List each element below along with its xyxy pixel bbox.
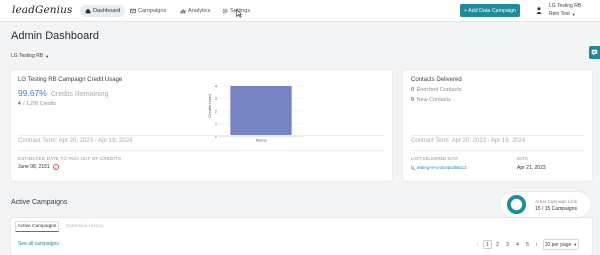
active-campaign-limit-label: Active Campaign Limit: [535, 199, 577, 204]
bar-chart-icon: [180, 9, 186, 14]
per-page-value: 10 per page: [544, 241, 572, 248]
see-all-campaigns-link[interactable]: See all campaigns: [18, 241, 59, 247]
divider: [18, 135, 385, 136]
new-contacts-stat: 9 New Contacts: [411, 97, 451, 103]
credits-total: / 1,200 Credits: [23, 101, 56, 107]
user-org-label: Rein Test: [549, 11, 570, 17]
estimated-run-out-value: June 08, 2151: [18, 164, 50, 170]
active-campaign-limit-value: 15 / 15 Campaigns: [535, 206, 577, 212]
chart-y-tick-label: 1: [215, 122, 217, 126]
mouse-cursor-icon: [236, 9, 242, 18]
chart-x-tick-label: Teams: [255, 139, 266, 143]
warning-info-icon[interactable]: i: [52, 164, 59, 170]
credits-remaining-percent: 99.67%: [18, 88, 47, 98]
nav-analytics[interactable]: Analytics: [180, 5, 210, 17]
enriched-contacts-count: 0: [411, 87, 415, 93]
credits-used-bar-chart: 01234 Teams Credits Used: [207, 84, 303, 143]
last-delivered-date-value: Apr 21, 2023: [517, 165, 546, 171]
last-delivered-date-label: DATE: [517, 156, 528, 161]
credit-usage-card: [11, 70, 392, 181]
enriched-contacts-label: Enriched Contacts: [416, 87, 462, 93]
last-delivered-label: LAST DELIVERED DATA: [411, 156, 459, 161]
pagination-page-2[interactable]: 2: [493, 240, 502, 249]
nav-dashboard[interactable]: Dashboard: [80, 5, 126, 17]
side-panel-tab[interactable]: [589, 46, 600, 59]
chart-y-tick-label: 3: [215, 97, 217, 101]
divider: [411, 150, 584, 151]
credit-contract-term: Contract Term: Apr 20, 2023 - Apr 19, 20…: [18, 138, 133, 144]
chart-y-axis-label: Credits Used: [207, 94, 212, 117]
tab-extension-history[interactable]: Extension History: [63, 221, 107, 232]
add-data-campaign-button[interactable]: + Add Data Campaign: [460, 4, 520, 17]
divider: [18, 150, 385, 151]
nav-analytics-label: Analytics: [188, 8, 211, 14]
user-org-dropdown[interactable]: Rein Test ▼: [549, 11, 576, 17]
pagination-page-3[interactable]: 3: [503, 240, 512, 249]
per-page-select[interactable]: 10 per page ▼: [543, 239, 579, 250]
user-icon[interactable]: [536, 7, 542, 14]
last-delivered-link[interactable]: lg_testing+9+crotonpod56213: [411, 165, 466, 170]
credit-card-title: LG Testing RB Campaign Credit Usage: [18, 77, 123, 83]
estimated-run-out-date: June 08, 2151 i: [18, 164, 59, 170]
pagination-page-4[interactable]: 4: [513, 240, 522, 249]
enriched-contacts-stat: 0 Enriched Contacts: [411, 87, 462, 93]
active-campaigns-title: Active Campaigns: [11, 199, 68, 206]
estimated-run-out-label: ESTIMATED DATE TO RUN OUT OF CREDITS: [18, 156, 122, 161]
chat-icon: [591, 49, 598, 56]
contacts-card-title: Contacts Delivered: [411, 77, 462, 83]
chart-y-tick-label: 2: [215, 109, 217, 113]
campaign-select[interactable]: LG Testing RB ▼: [11, 51, 51, 61]
user-name[interactable]: LG Testing RB: [549, 3, 581, 9]
nav-dashboard-label: Dashboard: [93, 8, 121, 14]
credits-remaining: 99.67% Credits Remaining: [18, 88, 108, 98]
chevron-down-icon: ▼: [45, 53, 50, 59]
nav-campaigns-label: Campaigns: [138, 8, 167, 14]
campaign-limit-donut: [506, 194, 527, 215]
pagination-prev-button[interactable]: ‹: [473, 240, 482, 249]
tab-active-campaigns[interactable]: Active Campaigns: [15, 221, 59, 232]
chevron-down-icon: ▼: [573, 242, 578, 247]
credits-used-count: 4: [18, 101, 21, 107]
contacts-contract-term: Contract Term: Apr 20, 2023 - Apr 19, 20…: [411, 138, 526, 144]
credits-remaining-label: Credits Remaining: [50, 91, 109, 98]
campaign-select-value: LG Testing RB: [11, 53, 44, 59]
pagination-page-5[interactable]: 5: [523, 240, 532, 249]
leadgenius-logo[interactable]: leadGenius: [12, 4, 72, 16]
pagination-next-button[interactable]: ›: [532, 240, 541, 249]
nav-campaigns[interactable]: Campaigns: [130, 5, 166, 17]
chart-bar[interactable]: [230, 86, 292, 136]
page-title: Admin Dashboard: [11, 30, 100, 42]
pagination-page-1[interactable]: 1: [483, 240, 492, 249]
credits-used-summary: 4 / 1,200 Credits: [18, 101, 56, 107]
new-contacts-count: 9: [411, 97, 415, 103]
envelope-icon: [130, 8, 136, 14]
new-contacts-label: New Contacts: [416, 97, 451, 103]
chart-y-tick-label: 4: [215, 84, 217, 88]
divider: [411, 135, 584, 136]
gear-icon: [222, 8, 228, 14]
chevron-down-icon: ▼: [571, 11, 576, 17]
home-icon: [85, 8, 91, 14]
